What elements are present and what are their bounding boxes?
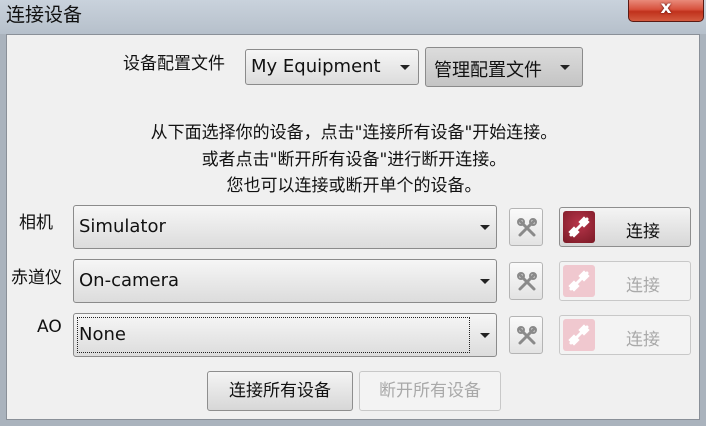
window-title: 连接设备: [6, 4, 83, 26]
chevron-down-icon: [480, 333, 490, 338]
mount-select-value: On-camera: [79, 270, 180, 291]
mount-connect-button[interactable]: 连接: [559, 261, 691, 301]
connect-all-button[interactable]: 连接所有设备: [207, 371, 353, 411]
ao-connect-label: 连接: [626, 330, 660, 350]
ao-select[interactable]: None: [73, 313, 497, 357]
ao-label: AO: [37, 317, 62, 337]
chevron-down-icon: [480, 225, 490, 230]
connect-equipment-window: 连接设备 x 设备配置文件 My Equipment 管理配置文件 从下面选择你…: [0, 0, 706, 426]
mount-connect-label: 连接: [626, 276, 660, 296]
mount-label: 赤道仪: [11, 268, 62, 288]
tools-icon: [517, 218, 537, 237]
camera-connect-button[interactable]: 连接: [559, 207, 691, 247]
close-button[interactable]: x: [628, 0, 704, 22]
profile-select[interactable]: My Equipment: [245, 49, 419, 85]
disconnect-all-button[interactable]: 断开所有设备: [359, 371, 501, 411]
profile-select-value: My Equipment: [251, 56, 381, 77]
close-icon: x: [660, 0, 672, 18]
ao-connect-button[interactable]: 连接: [559, 315, 691, 355]
title-bar[interactable]: 连接设备 x: [0, 0, 706, 34]
instruction-line-1: 从下面选择你的设备，点击"连接所有设备"开始连接。: [150, 123, 558, 143]
focus-indicator: [77, 317, 470, 353]
instruction-line-3: 您也可以连接或断开单个的设备。: [226, 176, 482, 196]
ao-settings-button[interactable]: [509, 316, 543, 354]
profile-label: 设备配置文件: [123, 54, 225, 74]
chevron-down-icon: [400, 65, 410, 70]
camera-label: 相机: [19, 213, 53, 233]
dialog-content: 设备配置文件 My Equipment 管理配置文件 从下面选择你的设备，点击"…: [6, 34, 700, 420]
plug-icon: [563, 265, 595, 297]
plug-icon: [563, 211, 595, 243]
plug-icon: [563, 319, 595, 351]
mount-select[interactable]: On-camera: [73, 259, 497, 303]
mount-settings-button[interactable]: [509, 262, 543, 300]
manage-profiles-button[interactable]: 管理配置文件: [425, 47, 583, 87]
camera-connect-label: 连接: [626, 222, 660, 242]
camera-select[interactable]: Simulator: [73, 205, 497, 249]
camera-select-value: Simulator: [79, 216, 166, 237]
instruction-line-2: 或者点击"断开所有设备"进行断开连接。: [201, 150, 507, 170]
manage-profiles-label: 管理配置文件: [434, 60, 542, 81]
chevron-down-icon: [480, 279, 490, 284]
tools-icon: [517, 272, 537, 291]
ao-select-value: None: [79, 324, 126, 345]
chevron-down-icon: [560, 65, 570, 70]
tools-icon: [517, 326, 537, 345]
camera-settings-button[interactable]: [509, 208, 543, 246]
